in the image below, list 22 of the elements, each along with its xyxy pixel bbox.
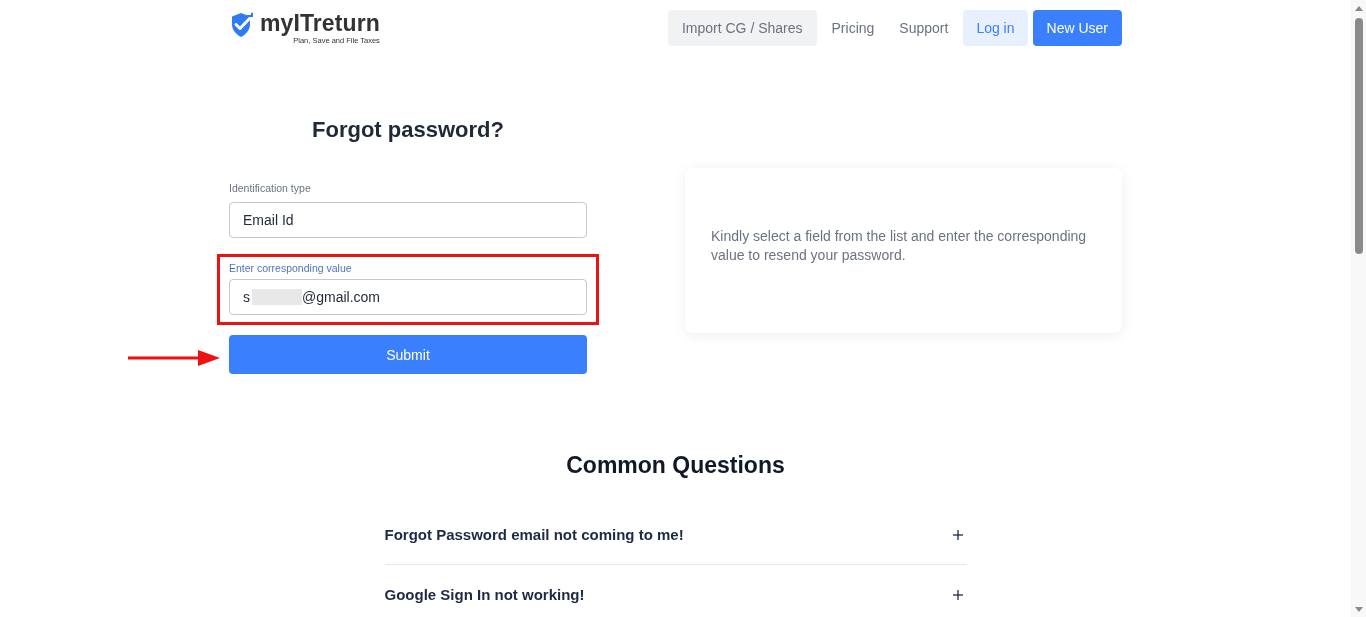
plus-icon[interactable] [952,529,963,540]
info-text: Kindly select a field from the list and enter the corresponding value to resend your password. [711,226,1088,265]
faq-question[interactable]: Forgot Password email not coming to me! [384,526,684,543]
import-button[interactable]: Import CG / Shares [667,10,817,46]
page-title: Forgot password? [312,117,504,143]
new-user-button[interactable]: New User [1032,10,1122,46]
login-button[interactable]: Log in [963,10,1028,46]
scrollbar-thumb[interactable] [1354,18,1363,254]
shield-check-icon [230,12,256,38]
section-heading: Common Questions [566,451,785,479]
input-field[interactable]: s @gmail.com [229,279,587,315]
plus-icon[interactable] [952,589,963,600]
logo-wordmark[interactable]: myITreturn [260,10,380,36]
nav-link[interactable]: Support [889,10,959,46]
scroll-down-icon[interactable] [1354,607,1363,612]
scroll-up-icon[interactable] [1354,6,1363,11]
nav-link[interactable]: Pricing [821,10,885,46]
input-field[interactable]: Email Id [229,202,587,238]
field-label: Enter corresponding value [229,261,353,275]
field-label: Identification type [229,181,312,195]
submit-button[interactable]: Submit [229,335,587,374]
faq-question[interactable]: Google Sign In not working! [384,586,585,603]
